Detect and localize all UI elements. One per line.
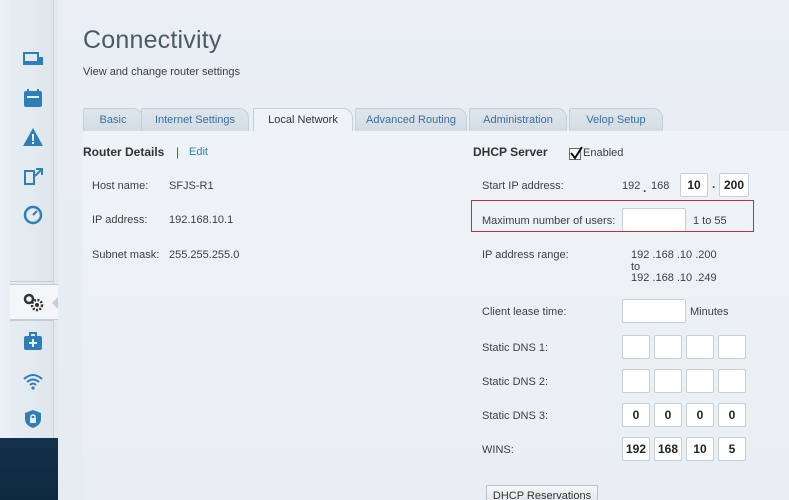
rail-footer bbox=[0, 438, 58, 500]
rail-divider bbox=[10, 281, 54, 282]
dns3-octet-1-input[interactable]: 0 bbox=[622, 403, 650, 427]
dns2-octet-2-input[interactable] bbox=[654, 369, 682, 393]
ip-range-end: 192 .168 .10 .249 bbox=[631, 272, 717, 284]
start-ip-octet-1: 192 bbox=[622, 180, 641, 192]
tab-velop-setup[interactable]: Velop Setup bbox=[569, 108, 663, 131]
dhcp-enabled-label: Enabled bbox=[583, 147, 624, 159]
tab-bar: Basic Internet Settings Local Network Ad… bbox=[83, 108, 789, 132]
title-separator: | bbox=[176, 145, 180, 159]
host-name-label: Host name: bbox=[92, 180, 149, 192]
edit-link[interactable]: Edit bbox=[189, 146, 208, 158]
lease-time-unit: Minutes bbox=[690, 306, 729, 318]
dns3-octet-3-input[interactable]: 0 bbox=[686, 403, 714, 427]
icon-rail bbox=[0, 0, 59, 500]
page-title: Connectivity bbox=[83, 26, 222, 54]
tab-internet-settings[interactable]: Internet Settings bbox=[141, 108, 249, 131]
start-ip-octet-2: 168 bbox=[651, 180, 670, 192]
subnet-mask-value: 255.255.255.0 bbox=[169, 249, 240, 261]
dns1-octet-4-input[interactable] bbox=[718, 335, 746, 359]
gear-icon[interactable] bbox=[22, 291, 44, 313]
octet-dot: . bbox=[643, 181, 647, 195]
start-ip-octet-4-input[interactable]: 200 bbox=[719, 173, 749, 197]
page-subtitle: View and change router settings bbox=[83, 66, 240, 78]
tab-local-network[interactable]: Local Network bbox=[253, 108, 353, 132]
dhcp-enabled-checkbox[interactable] bbox=[569, 146, 583, 160]
static-dns-2-label: Static DNS 2: bbox=[482, 376, 549, 388]
static-dns-1-label: Static DNS 1: bbox=[482, 342, 549, 354]
dns1-octet-2-input[interactable] bbox=[654, 335, 682, 359]
dhcp-reservations-button[interactable]: DHCP Reservations bbox=[486, 485, 598, 500]
wins-label: WINS: bbox=[482, 444, 514, 456]
host-name-value: SFJS-R1 bbox=[169, 180, 214, 192]
local-network-content: Router Details | Edit Host name: SFJS-R1… bbox=[83, 131, 789, 500]
ip-address-value: 192.168.10.1 bbox=[169, 214, 234, 226]
wifi-icon[interactable] bbox=[22, 370, 44, 392]
devices-icon[interactable] bbox=[22, 48, 44, 70]
static-dns-3-label: Static DNS 3: bbox=[482, 410, 549, 422]
speed-gauge-icon[interactable] bbox=[22, 204, 44, 226]
dns1-octet-3-input[interactable] bbox=[686, 335, 714, 359]
update-icon[interactable] bbox=[22, 165, 44, 187]
dhcp-server-title: DHCP Server bbox=[473, 145, 548, 159]
dns1-octet-1-input[interactable] bbox=[622, 335, 650, 359]
dns2-octet-4-input[interactable] bbox=[718, 369, 746, 393]
security-shield-icon[interactable] bbox=[22, 408, 44, 430]
wins-octet-3-input[interactable]: 10 bbox=[686, 437, 714, 461]
lease-time-label: Client lease time: bbox=[482, 306, 567, 318]
start-ip-label: Start IP address: bbox=[482, 180, 564, 192]
ip-address-label: IP address: bbox=[92, 214, 148, 226]
medkit-icon[interactable] bbox=[22, 331, 44, 353]
static-dns-1-highlight bbox=[471, 200, 754, 232]
dns3-octet-2-input[interactable]: 0 bbox=[654, 403, 682, 427]
tab-basic[interactable]: Basic bbox=[83, 108, 143, 131]
tab-administration[interactable]: Administration bbox=[469, 108, 567, 131]
wins-octet-4-input[interactable]: 5 bbox=[718, 437, 746, 461]
main-panel: Connectivity View and change router sett… bbox=[58, 0, 789, 500]
dns2-octet-3-input[interactable] bbox=[686, 369, 714, 393]
router-details-title: Router Details bbox=[83, 145, 165, 159]
dns3-octet-4-input[interactable]: 0 bbox=[718, 403, 746, 427]
octet-dot: . bbox=[712, 177, 716, 191]
ip-range-label: IP address range: bbox=[482, 249, 569, 261]
start-ip-octet-3-input[interactable]: 10 bbox=[680, 173, 708, 197]
wins-octet-2-input[interactable]: 168 bbox=[654, 437, 682, 461]
dns2-octet-1-input[interactable] bbox=[622, 369, 650, 393]
warning-icon[interactable] bbox=[22, 126, 44, 148]
ip-range-start: 192 .168 .10 .200 bbox=[631, 249, 717, 261]
calendar-icon[interactable] bbox=[22, 87, 44, 109]
wins-octet-1-input[interactable]: 192 bbox=[622, 437, 650, 461]
lease-time-input[interactable] bbox=[622, 299, 686, 323]
rail-divider bbox=[10, 320, 54, 321]
tab-advanced-routing[interactable]: Advanced Routing bbox=[355, 108, 467, 131]
subnet-mask-label: Subnet mask: bbox=[92, 249, 160, 261]
